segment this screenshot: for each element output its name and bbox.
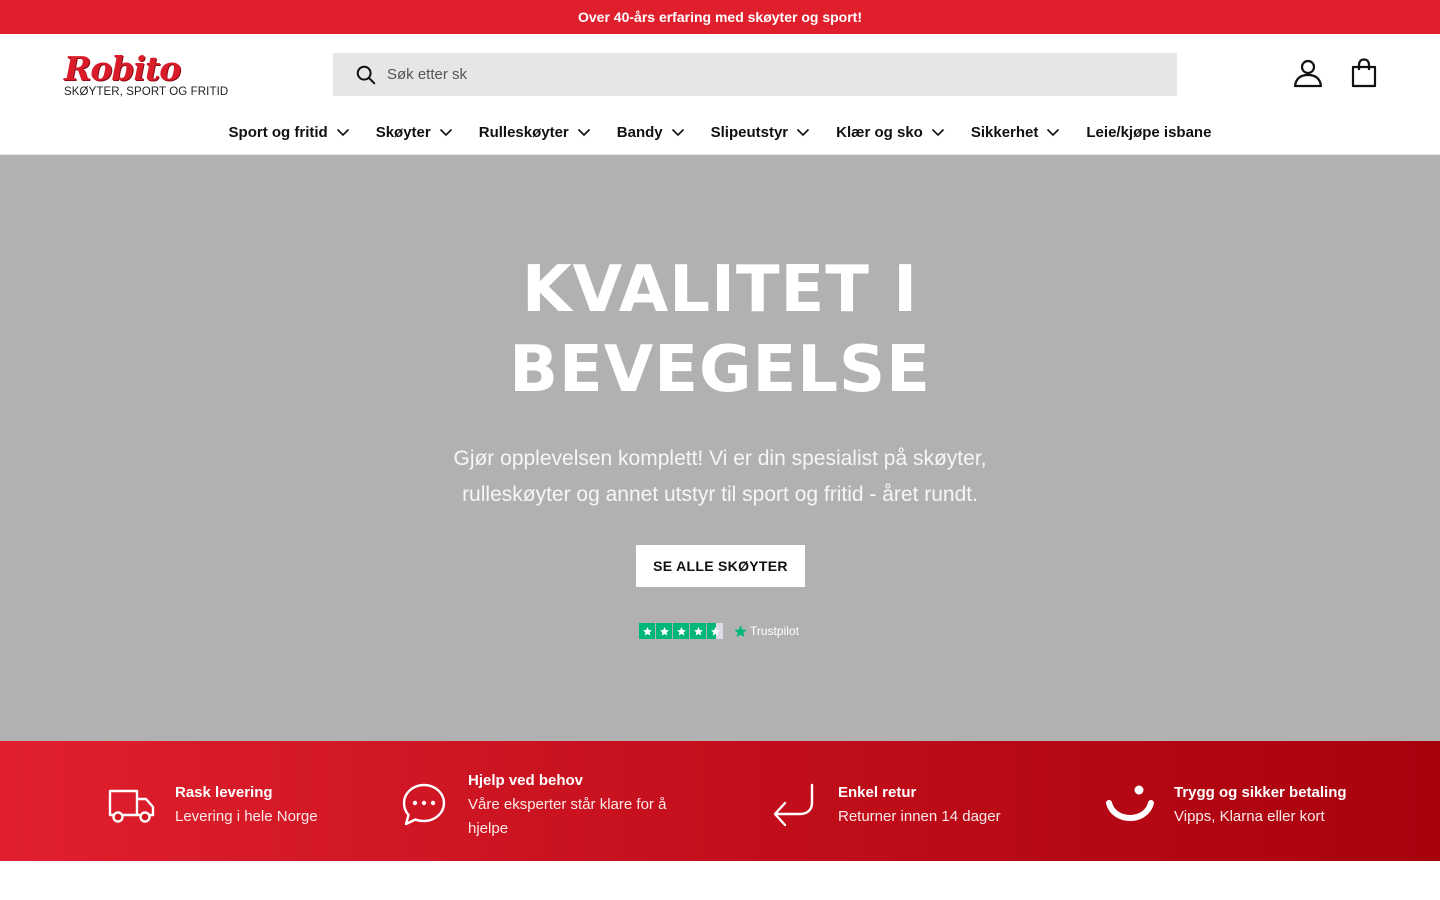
trustpilot-star-icon	[734, 624, 747, 637]
search-bar[interactable]	[333, 53, 1177, 96]
usp-title: Hjelp ved behov	[468, 772, 584, 789]
announcement-bar: Over 40-års erfaring med skøyter og spor…	[0, 0, 1440, 34]
usp-description: Våre eksperter står klare for å hjelpe	[468, 796, 667, 837]
site-header: Robito SKØYTER, SPORT OG FRITID	[0, 34, 1440, 116]
star-icon	[656, 623, 672, 639]
half-star-icon	[707, 623, 723, 639]
chevron-down-icon	[336, 125, 350, 139]
star-icon	[673, 623, 689, 639]
trustpilot-widget[interactable]: Trustpilot	[639, 623, 799, 639]
truck-icon	[107, 781, 155, 829]
main-navigation: Sport og fritid Skøyter Rulleskøyter Ban…	[0, 116, 1440, 155]
usp-title: Rask levering	[175, 784, 273, 801]
trustpilot-logo: Trustpilot	[733, 624, 799, 639]
site-logo[interactable]: Robito SKØYTER, SPORT OG FRITID	[64, 52, 234, 102]
chevron-down-icon	[577, 125, 591, 139]
nav-item-bandy[interactable]: Bandy	[617, 120, 685, 144]
nav-item-rulleskoyter[interactable]: Rulleskøyter	[479, 120, 591, 144]
smile-icon	[1106, 781, 1154, 829]
nav-item-sport-og-fritid[interactable]: Sport og fritid	[229, 120, 350, 144]
shopping-bag-icon[interactable]	[1348, 57, 1380, 89]
nav-item-label: Klær og sko	[836, 123, 923, 141]
usp-description: Levering i hele Norge	[175, 808, 318, 825]
return-arrow-icon	[770, 781, 818, 829]
usp-item-return: Enkel retur Returner innen 14 dager	[770, 781, 1001, 829]
usp-item-help: Hjelp ved behov Våre eksperter står klar…	[400, 769, 700, 841]
nav-item-label: Sikkerhet	[970, 123, 1039, 141]
nav-item-skoyter[interactable]: Skøyter	[376, 120, 453, 144]
nav-item-sikkerhet[interactable]: Sikkerhet	[971, 120, 1061, 144]
hero-subtitle: Gjør opplevelsen komplett! Vi er din spe…	[453, 447, 987, 506]
chevron-down-icon	[671, 125, 685, 139]
logo-wordmark: Robito	[64, 49, 181, 88]
nav-item-label: Slipeutstyr	[710, 123, 789, 141]
chevron-down-icon	[796, 125, 810, 139]
nav-item-label: Leie/kjøpe isbane	[1086, 123, 1212, 141]
trustpilot-rating-stars	[639, 623, 723, 639]
chevron-down-icon	[439, 125, 453, 139]
nav-item-klaer-og-sko[interactable]: Klær og sko	[836, 120, 945, 144]
usp-strip: Rask levering Levering i hele Norge Hjel…	[0, 741, 1440, 861]
see-all-skates-button[interactable]: SE ALLE SKØYTER	[636, 545, 805, 587]
hero-banner: KVALITET I BEVEGELSE Gjør opplevelsen ko…	[0, 155, 1440, 741]
chevron-down-icon	[1046, 125, 1060, 139]
page-content-start	[0, 861, 1440, 900]
usp-item-delivery: Rask levering Levering i hele Norge	[107, 781, 318, 829]
nav-item-label: Skøyter	[375, 123, 431, 141]
announcement-text: Over 40-års erfaring med skøyter og spor…	[578, 9, 862, 25]
hero-title: KVALITET I BEVEGELSE	[509, 253, 931, 407]
nav-item-label: Sport og fritid	[228, 123, 328, 141]
star-icon	[639, 623, 655, 639]
chat-icon	[400, 781, 448, 829]
trustpilot-label: Trustpilot	[750, 624, 799, 638]
search-input[interactable]	[387, 66, 1147, 83]
usp-title: Trygg og sikker betaling	[1174, 784, 1347, 801]
usp-description: Vipps, Klarna eller kort	[1174, 808, 1325, 825]
usp-description: Returner innen 14 dager	[838, 808, 1001, 825]
nav-item-label: Rulleskøyter	[478, 123, 569, 141]
nav-item-label: Bandy	[616, 123, 663, 141]
nav-item-slipeutstyr[interactable]: Slipeutstyr	[711, 120, 811, 144]
nav-item-leie-kjope-isbane[interactable]: Leie/kjøpe isbane	[1086, 120, 1211, 144]
search-icon[interactable]	[355, 64, 377, 86]
logo-tagline: SKØYTER, SPORT OG FRITID	[64, 86, 229, 98]
account-icon[interactable]	[1292, 57, 1324, 89]
usp-item-payment: Trygg og sikker betaling Vipps, Klarna e…	[1106, 781, 1347, 829]
usp-title: Enkel retur	[838, 784, 917, 801]
chevron-down-icon	[931, 125, 945, 139]
star-icon	[690, 623, 706, 639]
